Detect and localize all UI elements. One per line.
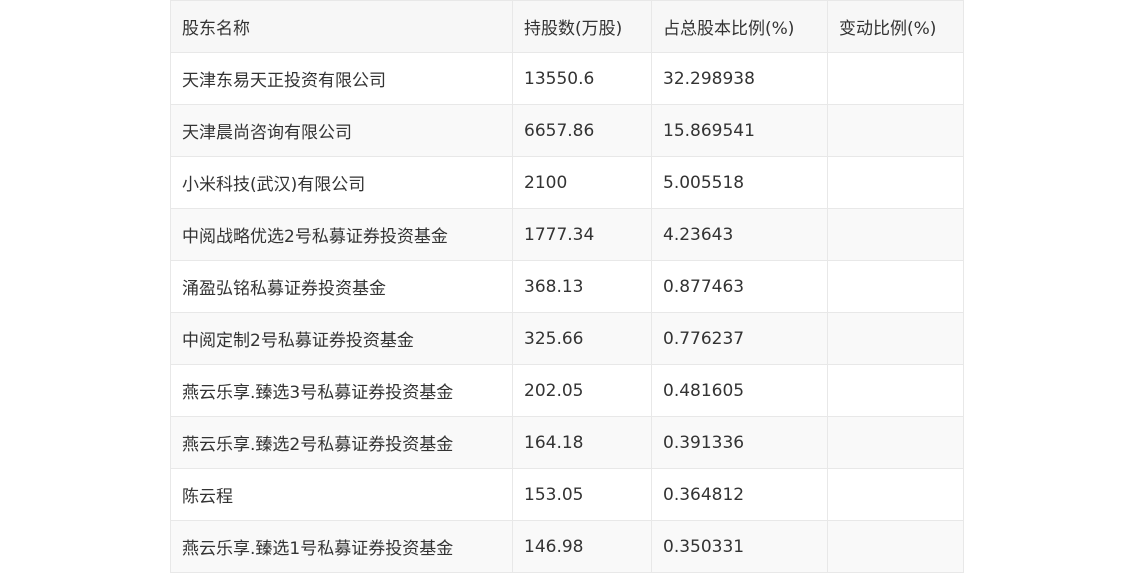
table-row: 天津晨尚咨询有限公司 6657.86 15.869541 bbox=[170, 104, 964, 157]
header-shareholder-name: 股东名称 bbox=[170, 0, 513, 53]
cell-change-ratio bbox=[827, 52, 964, 105]
cell-share-ratio: 0.364812 bbox=[651, 468, 828, 521]
cell-share-ratio: 4.23643 bbox=[651, 208, 828, 261]
cell-share-ratio: 0.481605 bbox=[651, 364, 828, 417]
cell-shares-held: 6657.86 bbox=[512, 104, 652, 157]
table-header: 股东名称 持股数(万股) 占总股本比例(%) 变动比例(%) bbox=[170, 0, 964, 53]
cell-change-ratio bbox=[827, 468, 964, 521]
header-shares-held: 持股数(万股) bbox=[512, 0, 652, 53]
shareholder-table-container: 股东名称 持股数(万股) 占总股本比例(%) 变动比例(%) 天津东易天正投资有… bbox=[170, 0, 964, 573]
table-row: 涌盈弘铭私募证券投资基金 368.13 0.877463 bbox=[170, 260, 964, 313]
cell-change-ratio bbox=[827, 312, 964, 365]
table-row: 小米科技(武汉)有限公司 2100 5.005518 bbox=[170, 156, 964, 209]
table-row: 燕云乐享.臻选2号私募证券投资基金 164.18 0.391336 bbox=[170, 416, 964, 469]
cell-share-ratio: 0.877463 bbox=[651, 260, 828, 313]
cell-change-ratio bbox=[827, 104, 964, 157]
cell-shares-held: 202.05 bbox=[512, 364, 652, 417]
table-row: 中阅定制2号私募证券投资基金 325.66 0.776237 bbox=[170, 312, 964, 365]
cell-share-ratio: 0.776237 bbox=[651, 312, 828, 365]
header-share-ratio: 占总股本比例(%) bbox=[651, 0, 828, 53]
cell-share-ratio: 0.350331 bbox=[651, 520, 828, 573]
cell-shares-held: 153.05 bbox=[512, 468, 652, 521]
cell-shares-held: 1777.34 bbox=[512, 208, 652, 261]
table-row: 燕云乐享.臻选1号私募证券投资基金 146.98 0.350331 bbox=[170, 520, 964, 573]
cell-shares-held: 2100 bbox=[512, 156, 652, 209]
cell-share-ratio: 15.869541 bbox=[651, 104, 828, 157]
cell-share-ratio: 0.391336 bbox=[651, 416, 828, 469]
cell-shares-held: 146.98 bbox=[512, 520, 652, 573]
cell-shares-held: 13550.6 bbox=[512, 52, 652, 105]
cell-shares-held: 164.18 bbox=[512, 416, 652, 469]
table-row: 燕云乐享.臻选3号私募证券投资基金 202.05 0.481605 bbox=[170, 364, 964, 417]
cell-shareholder-name: 天津东易天正投资有限公司 bbox=[170, 52, 513, 105]
cell-shares-held: 368.13 bbox=[512, 260, 652, 313]
cell-shareholder-name: 中阅战略优选2号私募证券投资基金 bbox=[170, 208, 513, 261]
cell-change-ratio bbox=[827, 156, 964, 209]
cell-change-ratio bbox=[827, 260, 964, 313]
cell-shareholder-name: 小米科技(武汉)有限公司 bbox=[170, 156, 513, 209]
cell-change-ratio bbox=[827, 208, 964, 261]
cell-change-ratio bbox=[827, 416, 964, 469]
cell-shareholder-name: 陈云程 bbox=[170, 468, 513, 521]
cell-share-ratio: 32.298938 bbox=[651, 52, 828, 105]
cell-shareholder-name: 中阅定制2号私募证券投资基金 bbox=[170, 312, 513, 365]
cell-shares-held: 325.66 bbox=[512, 312, 652, 365]
header-row: 股东名称 持股数(万股) 占总股本比例(%) 变动比例(%) bbox=[170, 0, 964, 53]
header-change-ratio: 变动比例(%) bbox=[827, 0, 964, 53]
cell-shareholder-name: 天津晨尚咨询有限公司 bbox=[170, 104, 513, 157]
cell-shareholder-name: 燕云乐享.臻选2号私募证券投资基金 bbox=[170, 416, 513, 469]
cell-shareholder-name: 燕云乐享.臻选3号私募证券投资基金 bbox=[170, 364, 513, 417]
cell-change-ratio bbox=[827, 520, 964, 573]
table-body: 天津东易天正投资有限公司 13550.6 32.298938 天津晨尚咨询有限公… bbox=[170, 52, 964, 573]
cell-shareholder-name: 燕云乐享.臻选1号私募证券投资基金 bbox=[170, 520, 513, 573]
table-row: 陈云程 153.05 0.364812 bbox=[170, 468, 964, 521]
table-row: 天津东易天正投资有限公司 13550.6 32.298938 bbox=[170, 52, 964, 105]
cell-share-ratio: 5.005518 bbox=[651, 156, 828, 209]
table-row: 中阅战略优选2号私募证券投资基金 1777.34 4.23643 bbox=[170, 208, 964, 261]
cell-shareholder-name: 涌盈弘铭私募证券投资基金 bbox=[170, 260, 513, 313]
cell-change-ratio bbox=[827, 364, 964, 417]
shareholder-table: 股东名称 持股数(万股) 占总股本比例(%) 变动比例(%) 天津东易天正投资有… bbox=[170, 0, 964, 573]
